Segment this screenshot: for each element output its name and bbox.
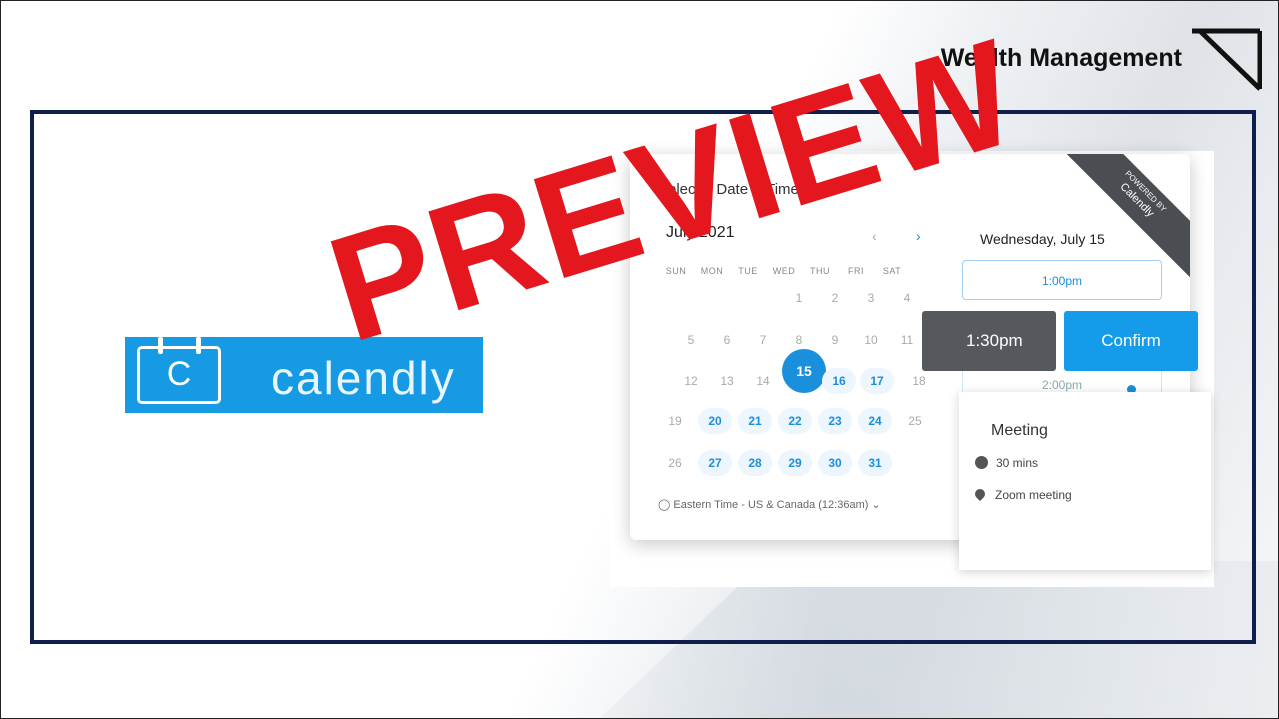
- calendar-day: 18: [912, 374, 926, 388]
- duration-text: 30 mins: [996, 456, 1039, 470]
- calendar-day: 5: [687, 333, 695, 347]
- dayname-thu: THU: [810, 266, 830, 276]
- calendar-peg: [196, 337, 201, 354]
- calendar-day: 4: [903, 291, 911, 305]
- calendar-day-available[interactable]: 28: [738, 450, 772, 476]
- calendar-day-available[interactable]: 30: [818, 450, 852, 476]
- location-text: Zoom meeting: [995, 488, 1072, 502]
- prev-month-icon[interactable]: ‹: [872, 228, 877, 244]
- calendar-day: 12: [684, 374, 698, 388]
- calendar-day-available[interactable]: 23: [818, 408, 852, 434]
- confirm-button[interactable]: Confirm: [1064, 311, 1198, 371]
- timezone-selector[interactable]: ◯ Eastern Time - US & Canada (12:36am) ⌄: [658, 498, 881, 511]
- calendar-day-available[interactable]: 24: [858, 408, 892, 434]
- calendar-day: 2: [831, 291, 839, 305]
- meeting-duration: 30 mins: [975, 456, 1038, 470]
- time-slot[interactable]: 1:00pm: [962, 260, 1162, 300]
- calendar-day-available[interactable]: 17: [860, 368, 894, 394]
- calendar-letter: C: [166, 355, 192, 393]
- location-pin-icon: [972, 486, 988, 502]
- triangle-logo-icon: [1192, 28, 1262, 91]
- dayname-sat: SAT: [882, 266, 902, 276]
- dayname-tue: TUE: [738, 266, 758, 276]
- calendar-day: 11: [900, 333, 914, 347]
- clock-icon: [975, 456, 988, 469]
- calendar-day: 9: [831, 333, 839, 347]
- calendar-day: 10: [864, 333, 878, 347]
- calendar-day: 19: [668, 414, 682, 428]
- meeting-details-card: Meeting 30 mins Zoom meeting: [959, 392, 1211, 570]
- calendar-day: 26: [668, 456, 682, 470]
- meeting-location: Zoom meeting: [972, 486, 1072, 502]
- timezone-text: Eastern Time - US & Canada (12:36am) ⌄: [673, 499, 881, 511]
- calendar-day: 3: [867, 291, 875, 305]
- dayname-wed: WED: [772, 266, 796, 276]
- selected-date-header: Wednesday, July 15: [980, 231, 1105, 247]
- calendar-day-available[interactable]: 21: [738, 408, 772, 434]
- globe-icon: ◯: [658, 499, 671, 511]
- selected-time-button[interactable]: 1:30pm: [922, 311, 1056, 371]
- calendar-day-available[interactable]: 16: [822, 368, 856, 394]
- calendar-icon: C: [137, 337, 221, 404]
- dayname-fri: FRI: [848, 266, 864, 276]
- next-month-icon[interactable]: ›: [916, 228, 921, 244]
- calendar-day: 14: [756, 374, 770, 388]
- calendar-day: 25: [908, 414, 922, 428]
- calendar-day-available[interactable]: 27: [698, 450, 732, 476]
- calendar-day-available[interactable]: 29: [778, 450, 812, 476]
- calendar-day: 6: [723, 333, 731, 347]
- calendar-day: 1: [795, 291, 803, 305]
- calendar-day-available[interactable]: 31: [858, 450, 892, 476]
- calendar-peg: [158, 337, 163, 354]
- calendar-day: 7: [759, 333, 767, 347]
- calendar-day-available[interactable]: 22: [778, 408, 812, 434]
- calendar-day: 13: [720, 374, 734, 388]
- calendar-day-available[interactable]: 20: [698, 408, 732, 434]
- selected-day[interactable]: 15: [782, 349, 826, 393]
- slide: Wealth Management C calendly POWERED BY …: [0, 0, 1279, 719]
- meeting-title: Meeting: [991, 422, 1048, 439]
